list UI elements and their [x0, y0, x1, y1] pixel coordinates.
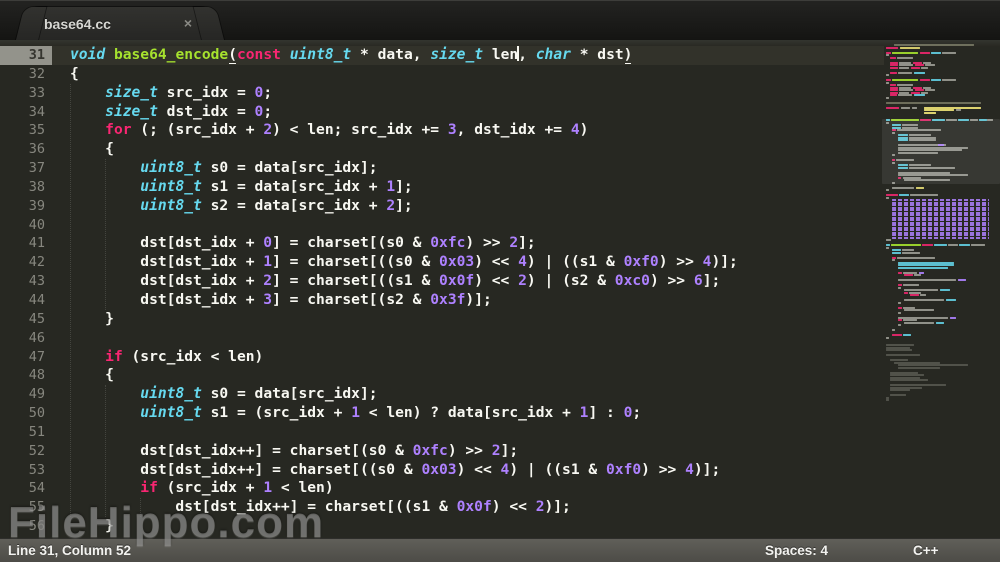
line-number: 48 — [0, 366, 52, 385]
code-text — [52, 216, 884, 235]
code-line[interactable]: 46 — [0, 329, 884, 348]
line-number: 49 — [0, 385, 52, 404]
code-line[interactable]: 33 size_t src_idx = 0; — [0, 84, 884, 103]
code-line[interactable]: 51 — [0, 423, 884, 442]
code-line[interactable]: 36 { — [0, 140, 884, 159]
tab-bar: base64.cc × — [0, 0, 1000, 42]
code-text: uint8_t s0 = data[src_idx]; — [52, 385, 884, 404]
line-number: 43 — [0, 272, 52, 291]
line-number: 45 — [0, 310, 52, 329]
code-text: size_t dst_idx = 0; — [52, 103, 884, 122]
line-number: 53 — [0, 461, 52, 480]
code-text — [52, 329, 884, 348]
sublime-text-window: base64.cc × 31void base64_encode(const u… — [0, 0, 1000, 562]
line-number: 54 — [0, 479, 52, 498]
line-number: 55 — [0, 498, 52, 517]
code-line[interactable]: 31void base64_encode(const uint8_t * dat… — [0, 46, 884, 65]
line-number: 33 — [0, 84, 52, 103]
code-line[interactable]: 55 dst[dst_idx++] = charset[((s1 & 0x0f)… — [0, 498, 884, 517]
minimap[interactable] — [886, 44, 998, 524]
code-text: dst[dst_idx + 3] = charset[(s2 & 0x3f)]; — [52, 291, 884, 310]
code-text: dst[dst_idx + 2] = charset[((s1 & 0x0f) … — [52, 272, 884, 291]
code-area[interactable]: 31void base64_encode(const uint8_t * dat… — [0, 40, 884, 538]
code-text: for (; (src_idx + 2) < len; src_idx += 3… — [52, 121, 884, 140]
line-number: 31 — [0, 46, 52, 65]
code-line[interactable]: 54 if (src_idx + 1 < len) — [0, 479, 884, 498]
code-text: uint8_t s2 = data[src_idx + 2]; — [52, 197, 884, 216]
code-text: if (src_idx + 1 < len) — [52, 479, 884, 498]
code-text — [52, 423, 884, 442]
line-number: 46 — [0, 329, 52, 348]
code-text: { — [52, 366, 884, 385]
code-line[interactable]: 50 uint8_t s1 = (src_idx + 1 < len) ? da… — [0, 404, 884, 423]
code-line[interactable]: 49 uint8_t s0 = data[src_idx]; — [0, 385, 884, 404]
line-number: 47 — [0, 348, 52, 367]
indent-guide — [105, 385, 106, 517]
line-number: 35 — [0, 121, 52, 140]
code-line[interactable]: 41 dst[dst_idx + 0] = charset[(s0 & 0xfc… — [0, 234, 884, 253]
line-number: 40 — [0, 216, 52, 235]
editor[interactable]: 31void base64_encode(const uint8_t * dat… — [0, 40, 1000, 538]
tab-title: base64.cc — [44, 16, 111, 32]
code-line[interactable]: 35 for (; (src_idx + 2) < len; src_idx +… — [0, 121, 884, 140]
code-text: { — [52, 65, 884, 84]
indent-guide — [105, 159, 106, 310]
code-text: { — [52, 140, 884, 159]
line-number: 51 — [0, 423, 52, 442]
code-text: } — [52, 517, 884, 536]
code-line[interactable]: 39 uint8_t s2 = data[src_idx + 2]; — [0, 197, 884, 216]
code-text: dst[dst_idx + 1] = charset[((s0 & 0x03) … — [52, 253, 884, 272]
line-number: 44 — [0, 291, 52, 310]
minimap-viewport[interactable] — [882, 119, 1000, 184]
line-number: 32 — [0, 65, 52, 84]
line-number: 50 — [0, 404, 52, 423]
code-line[interactable]: 53 dst[dst_idx++] = charset[((s0 & 0x03)… — [0, 461, 884, 480]
indent-guide — [140, 498, 141, 517]
code-line[interactable]: 32{ — [0, 65, 884, 84]
syntax-selector[interactable]: C++ — [913, 543, 939, 558]
code-line[interactable]: 48 { — [0, 366, 884, 385]
code-line[interactable]: 47 if (src_idx < len) — [0, 348, 884, 367]
code-text: void base64_encode(const uint8_t * data,… — [52, 46, 884, 65]
code-text: if (src_idx < len) — [52, 348, 884, 367]
line-number: 41 — [0, 234, 52, 253]
code-line[interactable]: 38 uint8_t s1 = data[src_idx + 1]; — [0, 178, 884, 197]
code-text: uint8_t s0 = data[src_idx]; — [52, 159, 884, 178]
code-line[interactable]: 45 } — [0, 310, 884, 329]
code-line[interactable]: 52 dst[dst_idx++] = charset[(s0 & 0xfc) … — [0, 442, 884, 461]
line-number: 37 — [0, 159, 52, 178]
code-line[interactable]: 42 dst[dst_idx + 1] = charset[((s0 & 0x0… — [0, 253, 884, 272]
tab-close-icon[interactable]: × — [184, 15, 192, 31]
cursor-position: Line 31, Column 52 — [8, 543, 131, 558]
code-line[interactable]: 44 dst[dst_idx + 3] = charset[(s2 & 0x3f… — [0, 291, 884, 310]
minimap-row — [886, 399, 998, 402]
indent-guide — [70, 84, 71, 517]
code-text: dst[dst_idx++] = charset[((s1 & 0x0f) <<… — [52, 498, 884, 517]
line-number: 38 — [0, 178, 52, 197]
code-text: dst[dst_idx++] = charset[(s0 & 0xfc) >> … — [52, 442, 884, 461]
code-text: } — [52, 310, 884, 329]
line-number: 56 — [0, 517, 52, 536]
code-text: uint8_t s1 = data[src_idx + 1]; — [52, 178, 884, 197]
line-number: 34 — [0, 103, 52, 122]
tab-base64cc[interactable]: base64.cc × — [30, 7, 210, 41]
code-text: uint8_t s1 = (src_idx + 1 < len) ? data[… — [52, 404, 884, 423]
code-line[interactable]: 40 — [0, 216, 884, 235]
line-number: 52 — [0, 442, 52, 461]
code-text: size_t src_idx = 0; — [52, 84, 884, 103]
status-bar: Line 31, Column 52 Spaces: 4 C++ — [0, 538, 1000, 562]
line-number: 36 — [0, 140, 52, 159]
code-line[interactable]: 43 dst[dst_idx + 2] = charset[((s1 & 0x0… — [0, 272, 884, 291]
code-line[interactable]: 56 } — [0, 517, 884, 536]
indent-setting[interactable]: Spaces: 4 — [765, 543, 828, 558]
code-text: dst[dst_idx + 0] = charset[(s0 & 0xfc) >… — [52, 234, 884, 253]
code-line[interactable]: 37 uint8_t s0 = data[src_idx]; — [0, 159, 884, 178]
code-line[interactable]: 34 size_t dst_idx = 0; — [0, 103, 884, 122]
minimap-row — [886, 44, 998, 47]
code-text: dst[dst_idx++] = charset[((s0 & 0x03) <<… — [52, 461, 884, 480]
line-number: 39 — [0, 197, 52, 216]
line-number: 42 — [0, 253, 52, 272]
